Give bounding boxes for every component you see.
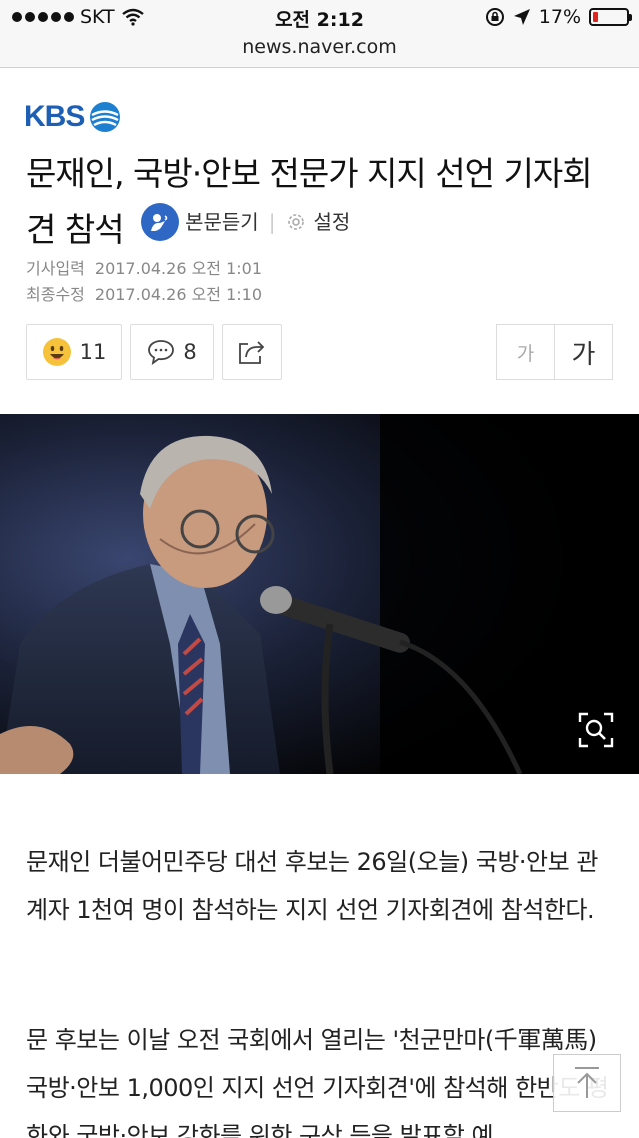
location-arrow-icon xyxy=(513,9,530,25)
divider: | xyxy=(268,210,276,234)
battery-percent: 17% xyxy=(538,6,581,28)
press-logo[interactable]: KBS xyxy=(24,100,122,134)
like-button[interactable]: 11 xyxy=(26,324,122,380)
address-bar[interactable]: news.naver.com xyxy=(0,36,639,58)
tts-button[interactable]: 본문듣기 xyxy=(185,198,259,246)
share-icon xyxy=(239,341,265,364)
font-smaller-button[interactable]: 가 xyxy=(496,324,554,380)
article-paragraph-1: 문재인 더불어민주당 대선 후보는 26일(오늘) 국방·안보 관계자 1천여 … xyxy=(26,848,598,924)
smile-emoji-icon xyxy=(42,338,71,366)
tts-speaker-icon[interactable] xyxy=(141,203,180,241)
font-larger-button[interactable]: 가 xyxy=(554,324,613,380)
modified-date: 최종수정 2017.04.26 오전 1:10 xyxy=(26,285,263,304)
rotation-lock-icon xyxy=(485,8,504,26)
zoom-magnifier-icon[interactable] xyxy=(578,712,614,748)
battery-icon xyxy=(589,8,632,26)
gear-icon[interactable] xyxy=(285,211,307,233)
article-paragraph-2: 문 후보는 이날 오전 국회에서 열리는 '천군만마(千軍萬馬) 국방·안보 1… xyxy=(26,1026,609,1138)
scroll-top-button[interactable] xyxy=(553,1054,621,1112)
settings-button[interactable]: 설정 xyxy=(313,198,350,246)
article-photo[interactable] xyxy=(0,414,639,774)
comment-count: 8 xyxy=(183,340,197,364)
photo-illustration xyxy=(0,414,639,774)
status-bar: SKT 오전 2:12 17% xyxy=(0,0,639,34)
input-date: 기사입력 2017.04.26 오전 1:01 xyxy=(26,259,263,278)
kbs-emblem-icon xyxy=(90,102,121,132)
article-title: 문재인, 국방·안보 전문가 지지 선언 기자회견 참석 본문듣기 | 설정 xyxy=(26,150,616,254)
comment-button[interactable]: 8 xyxy=(130,324,214,380)
like-count: 11 xyxy=(79,340,107,364)
browser-top-bar: SKT 오전 2:12 17% news.naver.com xyxy=(0,0,639,68)
press-logo-text: KBS xyxy=(24,100,85,133)
scroll-top-arrow-icon xyxy=(575,1067,599,1098)
comment-bubble-icon xyxy=(148,340,175,365)
share-button[interactable] xyxy=(222,324,282,380)
